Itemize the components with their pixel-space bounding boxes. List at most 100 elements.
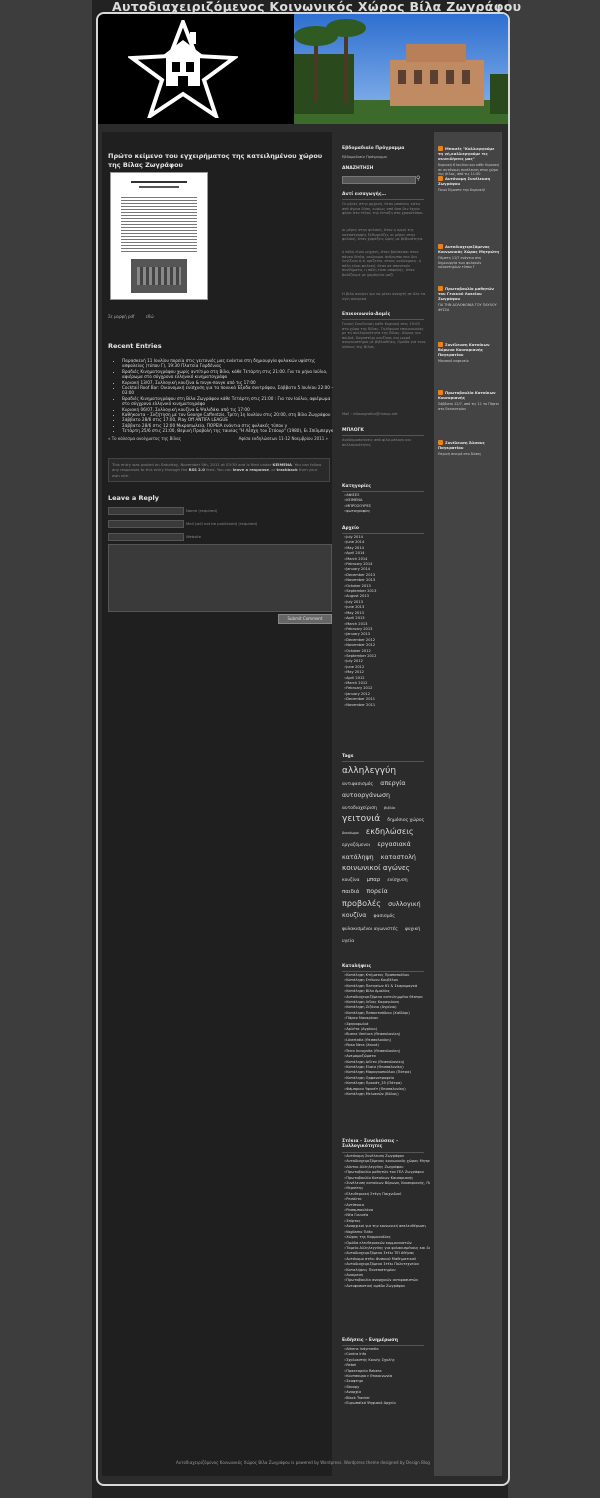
tag-link[interactable]: κοινωνικοί αγώνες (342, 863, 410, 872)
trackback-link[interactable]: trackback (277, 467, 298, 472)
feed-block: Πρωτοβουλία Κατοίκων Καισαριανής Σάββατο … (438, 390, 500, 411)
email-input[interactable] (108, 520, 184, 528)
feed-title[interactable]: Πρωτοβουλία μαθητών του Γενικού Λυκείου … (438, 286, 500, 301)
tag-link[interactable]: παιδιά (342, 889, 359, 895)
list-item[interactable]: φωτογραφίες (344, 509, 430, 514)
tag-link[interactable]: ενίσχυση (387, 878, 407, 883)
feed-title-text[interactable]: Αυτόνομη Συνέλευση Ζωγράφου (438, 176, 490, 186)
feed-title-text[interactable]: Αυτοδιαχειριζόμενος Κοινωνικός Χώρος Μητ… (438, 244, 499, 254)
list-item[interactable]: Αναρχικοί για την κοινωνική απελευθέρωση (344, 1224, 430, 1229)
feed-title[interactable]: Συνέλευση Κατοίκων Βύρωνα Καισαριανής Πα… (438, 342, 500, 357)
tag-link[interactable]: γειτονιά (342, 814, 380, 824)
contact-mail[interactable]: Mail : villazografou@riseup.net (342, 412, 426, 417)
tag-link[interactable]: πορεία (366, 888, 387, 895)
program-link[interactable]: Εβδομαδιαίο Πρόγραμμα (342, 155, 426, 160)
divider (342, 319, 424, 320)
search-icon[interactable]: ⚲ (416, 175, 420, 182)
list-item[interactable]: Αυτοδιαχειριζόμενο Στέκι Πολυτεχνείου (344, 1262, 430, 1267)
name-input[interactable] (108, 507, 184, 515)
list-item[interactable]: Παρασκευή 11 Ιουλίου πορεία στις γειτονι… (122, 358, 334, 369)
feed-title-text[interactable]: Συνέλευση Άλσους Παγκρατίου (438, 440, 485, 450)
list-item[interactable]: Αντιφασιστική ομάδα Ζωγράφου (344, 1284, 430, 1289)
feed-excerpt[interactable]: ΓΙΑ ΤΗΝ ΔΟΛΟΦΟΝΙΑ ΤΟΥ ΠΑΥΛΟΥ ΦΥΣΣΑ (438, 303, 500, 312)
feed-title[interactable]: Αυτόνομη Συνέλευση Ζωγράφου (438, 176, 500, 186)
tag-link[interactable]: μπαρ (367, 877, 381, 883)
tag-link[interactable]: βιβλίο (384, 806, 395, 810)
divider (342, 491, 424, 492)
feed-title[interactable]: Πρωτοβουλία Κατοίκων Καισαριανής (438, 390, 500, 400)
leave-response-link[interactable]: leave a response (233, 467, 269, 472)
feed-block: Αυτοδιαχειριζόμενος Κοινωνικός Χώρος Μητ… (438, 244, 500, 270)
groups-list: Αυτόνομη Συνέλευση ΖωγράφουΑυτοδιαχειριζ… (340, 1154, 430, 1289)
header-banner (98, 14, 508, 124)
divider (342, 761, 424, 762)
list-item[interactable]: Τετάρτη 25/6 στις 21:00, Θερινή Προβολή … (122, 428, 334, 433)
tag-link[interactable]: αλληλεγγύη (342, 766, 396, 776)
list-item[interactable]: Cocktail Roof Bar: Οικονομική ενίσχυση γ… (122, 385, 334, 396)
news-heading: Ειδήσεις – Ενημέρωση (342, 1338, 398, 1343)
contact-text: Γενική Συνέλευση κάθε Κυριακή στις 19:00… (342, 322, 426, 349)
tags-heading: Tags (342, 754, 354, 759)
list-item[interactable]: Βραδιές Κινηματογράφου στη Βίλα Ζωγράφου… (122, 396, 334, 407)
feed-excerpt[interactable]: Ποιοί Είμαστε την Κυριακή! (438, 188, 500, 193)
post-meta-links: Σε μορφή pdf εδώ (108, 314, 164, 319)
feed-excerpt[interactable]: Θερινή σινεμά στο Άλσος (438, 452, 500, 457)
feed-excerpt[interactable]: Κυριακή 6 Ιουλίου και κάθε Κυριακή σε αυ… (438, 163, 500, 177)
feed-excerpt[interactable]: Πέμπτη 11/7 ενάντια στη δημιουργία των φ… (438, 256, 500, 270)
tag-link[interactable]: κουζίνα (342, 878, 359, 883)
website-label: Website (186, 534, 202, 539)
divider (342, 533, 424, 534)
divider (342, 1152, 424, 1153)
tag-link[interactable]: δημόσιος χώρος (387, 818, 424, 823)
feed-block: Συνέλευση Άλσους Παγκρατίου Θερινή σινεμά… (438, 440, 500, 457)
tag-link[interactable]: εργασιακά (377, 841, 410, 848)
document-thumbnail[interactable] (110, 172, 208, 300)
rss-feed-link[interactable]: RSS 2.0 (189, 467, 205, 472)
search-heading: ΑΝΑΖΗΤΗΣΗ (342, 166, 374, 171)
tag-link[interactable]: προβολές (342, 898, 381, 908)
list-item[interactable]: November 2011 (344, 703, 430, 708)
feed-title-text[interactable]: Πρωτοβουλία Κατοίκων Καισαριανής (438, 390, 496, 400)
tag-link[interactable]: αυτοδιαχείριση (342, 806, 377, 811)
feed-title[interactable]: Αυτοδιαχειριζόμενος Κοινωνικός Χώρος Μητ… (438, 244, 500, 254)
divider (342, 435, 424, 436)
feed-title-text[interactable]: Συνέλευση Κατοίκων Βύρωνα Καισαριανής Πα… (438, 342, 490, 357)
list-item[interactable]: Πρωτοβουλία μαθητών του ΓΕΛ Ζωγράφου (344, 1170, 430, 1175)
feed-title[interactable]: Συνέλευση Άλσους Παγκρατίου (438, 440, 500, 450)
list-item[interactable]: Κατάληψη Μελισσών (Βόλος) (344, 1092, 430, 1097)
info-text: This entry was posted on Saturday, Novem… (112, 462, 272, 467)
list-item[interactable]: Πρωτοβουλία αναρχικών αντιφασιστών (344, 1278, 430, 1283)
tag-link[interactable]: αυτοοργάνωση (342, 792, 390, 799)
tag-link[interactable]: κατάληψη (342, 854, 374, 861)
list-item[interactable]: Ευρωπαϊκό Ψηφιακό Αρχείο (344, 1401, 430, 1406)
next-post-link[interactable]: Αφίσα εκδηλώσεων 11-12 Νοεμβρίου 2011 » (239, 436, 328, 441)
submit-comment-button[interactable]: Submit Comment (278, 614, 332, 624)
feed-title-text[interactable]: Πρωτοβουλία μαθητών του Γενικού Λυκείου … (438, 286, 494, 301)
website-input[interactable] (108, 533, 184, 541)
tag-link[interactable]: εργαζόμενοι (342, 843, 370, 848)
tag-link[interactable]: φυλακισμένοι αγωνιστές (342, 927, 398, 932)
tag-link[interactable]: αντιφασισμός (342, 782, 373, 787)
prev-post-link[interactable]: « Το κάλεσμα ανοίγματος της Βίλας (108, 436, 181, 441)
tag-link[interactable]: απεργία (380, 780, 405, 787)
tag-link[interactable]: εκδηλώσεις (366, 826, 414, 836)
feed-excerpt[interactable]: Σάββατο 12/7, από τις 11 το Πάρτυ στο Εκ… (438, 402, 500, 411)
post-title[interactable]: Πρώτο κείμενο του εγχειρήματος της κατει… (108, 152, 328, 169)
feed-block: Συνέλευση Κατοίκων Βύρωνα Καισαριανής Πα… (438, 342, 500, 364)
tag-link[interactable]: φασισμός (374, 914, 395, 919)
intro-paragraph-1: Οι μέρες στην μηχανή, όταν μπαίνεις κάτω… (342, 202, 424, 216)
pdf-link[interactable]: εδώ (146, 314, 154, 319)
intro-paragraph-4: Η βίλα ανοίγει για να μένει ανοιχτή σε ό… (342, 292, 426, 301)
squats-list: Κατάληψη Κτήματος ΠραποπούλουΚατάληψη Στ… (340, 973, 430, 1097)
feed-excerpt[interactable]: Μουσικό καφενείο (438, 359, 500, 364)
feed-title-text[interactable]: Μποσές "Καλλιεργούμε τη γή,καλλιεργούμε … (438, 146, 494, 161)
category-link[interactable]: ΚΕΙΜΕΝΑ (273, 462, 292, 467)
feed-title[interactable]: Μποσές "Καλλιεργούμε τη γή,καλλιεργούμε … (438, 146, 500, 161)
contact-heading: Επικοινωνία-Δομές (342, 312, 391, 317)
categories-heading: Κατηγορίες (342, 484, 371, 489)
list-item[interactable]: Βραδιές Κινηματογράφου χωρίς αντίτιμο στ… (122, 369, 334, 380)
tag-link[interactable]: καταστολή (381, 854, 416, 861)
comment-textarea[interactable] (108, 544, 332, 612)
search-input[interactable] (342, 176, 416, 184)
tag-link[interactable]: δικαίωμα (342, 831, 359, 835)
